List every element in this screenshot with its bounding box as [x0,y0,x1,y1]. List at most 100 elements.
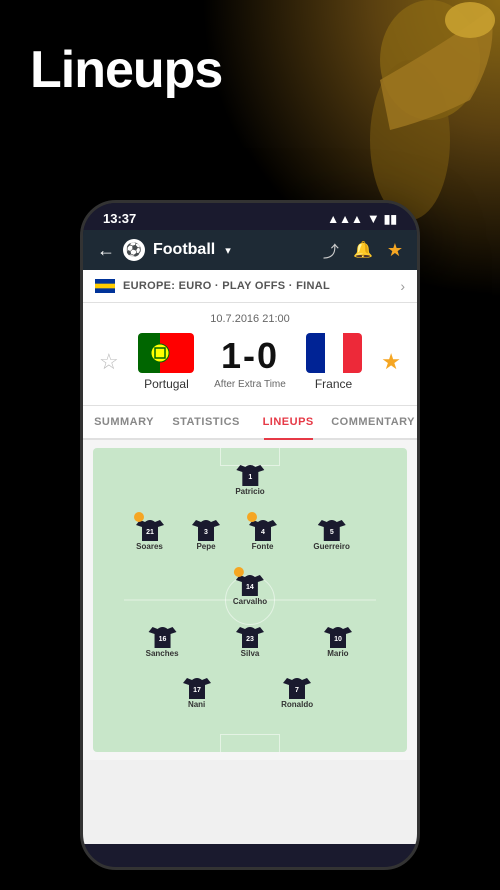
svg-text:7: 7 [295,687,299,694]
tab-lineups[interactable]: LINEUPS [247,406,329,438]
nav-left: ← ⚽ Football ▾ [97,239,231,261]
svg-text:14: 14 [246,584,254,591]
away-flag [306,333,362,373]
shirt-svg: 17 [183,673,211,699]
favorite-button[interactable]: ★ [387,240,403,261]
svg-text:5: 5 [330,529,334,536]
shirt-svg: 3 [192,515,220,541]
shirt-svg: 23 [236,622,264,648]
home-favorite-icon[interactable]: ☆ [99,349,119,375]
shirt-svg: 10 [324,622,352,648]
dropdown-icon[interactable]: ▾ [225,244,231,257]
match-extra-time: After Extra Time [214,379,286,390]
status-time: 13:37 [103,211,136,226]
shirt-svg: 5 [318,515,346,541]
player-name: Silva [241,649,260,658]
player-name: Sanches [146,649,179,658]
phone-screen: 13:37 ▲▲▲ ▼ ▮▮ ← ⚽ Football ▾ ⤴ 🔔 ★ [80,200,420,870]
svg-text:10: 10 [334,636,342,643]
notification-button[interactable]: 🔔 [353,240,373,260]
svg-text:21: 21 [146,529,154,536]
shirt-svg: 16 [148,622,176,648]
phone-mockup: 13:37 ▲▲▲ ▼ ▮▮ ← ⚽ Football ▾ ⤴ 🔔 ★ [80,200,420,870]
nav-sport-label: Football [153,241,215,259]
match-date: 10.7.2016 21:00 [99,313,401,325]
svg-text:1: 1 [248,474,252,481]
competition-arrow-icon: › [400,278,405,294]
top-nav: ← ⚽ Football ▾ ⤴ 🔔 ★ [83,230,417,270]
battery-icon: ▮▮ [384,212,397,226]
competition-text: EUROPE: EURO · PLAY OFFS · FINAL [123,280,330,292]
player-fonte: 4 Fonte [249,515,277,551]
share-button[interactable]: ⤴ [323,238,339,262]
tab-commentary[interactable]: COMMENTARY [329,406,417,438]
player-ronaldo: 7 Ronaldo [281,673,313,709]
player-name: Guerreiro [313,542,349,551]
shirt-svg: 7 [283,673,311,699]
goal-bottom [220,734,280,752]
player-nani: 17 Nani [183,673,211,709]
back-button[interactable]: ← [97,240,115,261]
player-name: Patricio [235,487,264,496]
player-silva: 23 Silva [236,622,264,658]
badge-icon [134,512,144,522]
svg-text:23: 23 [246,636,254,643]
player-pepe: 3 Pepe [192,515,220,551]
player-name: Nani [188,700,205,709]
wifi-icon: ▼ [367,211,380,226]
player-shirt: 21 [136,515,164,541]
soccer-field: 1 Patricio 21 Soares 3 Pepe 4 [93,448,407,752]
home-flag [138,333,194,373]
player-name: Carvalho [233,597,267,606]
player-shirt: 14 [236,570,264,596]
eu-flag-icon [95,279,115,293]
svg-text:16: 16 [158,636,166,643]
status-bar: 13:37 ▲▲▲ ▼ ▮▮ [83,203,417,230]
page-title-area: Lineups [30,40,222,100]
status-icons: ▲▲▲ ▼ ▮▮ [327,211,397,226]
shirt-svg: 1 [236,460,264,486]
player-carvalho: 14 Carvalho [233,570,267,606]
player-sanches: 16 Sanches [146,622,179,658]
player-soares: 21 Soares [136,515,164,551]
away-team: France [289,333,379,391]
svg-text:17: 17 [193,687,201,694]
main-content: EUROPE: EURO · PLAY OFFS · FINAL › 10.7.… [83,270,417,844]
competition-bar[interactable]: EUROPE: EURO · PLAY OFFS · FINAL › [83,270,417,303]
page-title: Lineups [30,40,222,100]
signal-icon: ▲▲▲ [327,212,363,226]
player-name: Pepe [196,542,215,551]
away-favorite-icon[interactable]: ★ [381,349,401,375]
player-name: Ronaldo [281,700,313,709]
player-patricio: 1 Patricio [235,460,264,496]
player-shirt: 17 [183,673,211,699]
svg-text:4: 4 [261,529,265,536]
away-team-name: France [315,377,352,391]
match-tabs: SUMMARY STATISTICS LINEUPS COMMENTARY [83,406,417,440]
player-name: Mario [327,649,348,658]
player-shirt: 16 [148,622,176,648]
match-block: 10.7.2016 21:00 ☆ [83,303,417,406]
competition-left: EUROPE: EURO · PLAY OFFS · FINAL [95,279,330,293]
tab-summary[interactable]: SUMMARY [83,406,165,438]
player-shirt: 1 [236,460,264,486]
match-score: 1-0 [214,335,286,377]
score-center: 1-0 After Extra Time [214,335,286,390]
badge-icon [247,512,257,522]
player-shirt: 23 [236,622,264,648]
match-row: ☆ Portugal [99,333,401,391]
player-name: Fonte [252,542,274,551]
player-shirt: 7 [283,673,311,699]
nav-right: ⤴ 🔔 ★ [323,238,403,262]
player-name: Soares [136,542,163,551]
player-guerreiro: 5 Guerreiro [313,515,349,551]
home-team: Portugal [121,333,211,391]
player-shirt: 10 [324,622,352,648]
sport-icon: ⚽ [123,239,145,261]
tab-statistics[interactable]: STATISTICS [165,406,247,438]
player-shirt: 3 [192,515,220,541]
home-team-name: Portugal [144,377,189,391]
player-mario: 10 Mario [324,622,352,658]
player-shirt: 4 [249,515,277,541]
svg-text:3: 3 [204,529,208,536]
